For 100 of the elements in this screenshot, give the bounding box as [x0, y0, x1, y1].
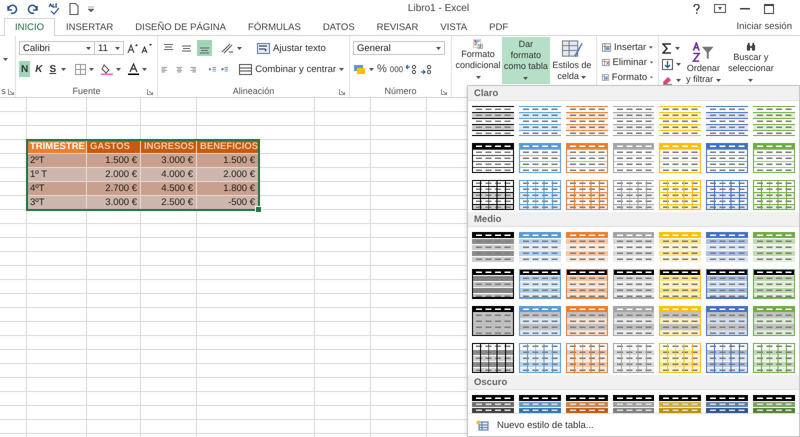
help-icon[interactable] — [693, 4, 700, 14]
spelling-check-icon[interactable] — [48, 2, 60, 14]
styles-button[interactable]: Formato condicional — [455, 37, 501, 84]
table-style-thumbnail[interactable] — [472, 232, 514, 262]
vertical-align-button[interactable] — [197, 40, 212, 56]
table-cell[interactable]: 2.700 € — [87, 182, 141, 196]
maximize-icon[interactable] — [764, 4, 774, 14]
ribbon-tab[interactable]: INICIO — [4, 18, 56, 36]
table-style-thumbnail[interactable] — [566, 106, 608, 136]
table-style-thumbnail[interactable] — [518, 269, 561, 299]
table-cell[interactable]: 1.500 € — [87, 154, 141, 168]
table-cell[interactable]: 1.500 € — [197, 154, 259, 168]
table-style-thumbnail[interactable] — [472, 180, 514, 210]
table-cell[interactable]: 4ºT — [27, 182, 87, 196]
table-style-thumbnail[interactable] — [518, 180, 561, 210]
new-document-icon[interactable] — [69, 2, 79, 14]
table-style-thumbnail[interactable] — [706, 343, 748, 373]
table-style-thumbnail[interactable] — [566, 343, 608, 373]
dialog-launcher-icon[interactable] — [441, 89, 447, 95]
ribbon-tab[interactable]: DISEÑO DE PÁGINA — [124, 18, 238, 36]
table-style-thumbnail[interactable] — [706, 180, 748, 210]
font-size-field[interactable]: 11 — [94, 41, 124, 55]
decrease-decimal-icon[interactable] — [421, 64, 434, 74]
table-cell[interactable]: 2.000 € — [87, 168, 141, 182]
table-style-thumbnail[interactable] — [472, 143, 514, 173]
undo-icon[interactable] — [6, 4, 18, 14]
table-style-thumbnail[interactable] — [518, 306, 561, 336]
wrap-text-button[interactable]: Ajustar texto — [255, 41, 328, 55]
fill-color-icon[interactable] — [101, 63, 114, 75]
editing-button[interactable]: Ordenar y filtrar — [683, 40, 724, 87]
italic-button[interactable]: K — [33, 61, 44, 77]
table-style-thumbnail[interactable] — [566, 180, 608, 210]
table-style-thumbnail[interactable] — [566, 143, 608, 173]
cells-menu-button[interactable]: Insertar — [600, 40, 655, 54]
table-cell[interactable]: 3ºT — [27, 196, 87, 210]
table-style-thumbnail[interactable] — [753, 106, 796, 136]
table-style-thumbnail[interactable] — [753, 343, 796, 373]
table-style-thumbnail[interactable] — [706, 143, 748, 173]
thousands-separator-button[interactable]: 000 — [390, 64, 404, 74]
table-cell[interactable]: -500 € — [197, 196, 259, 210]
caret-icon[interactable] — [3, 58, 8, 61]
table-style-thumbnail[interactable] — [472, 106, 514, 136]
number-format-field[interactable]: General — [353, 41, 445, 55]
customize-menu-icon[interactable] — [88, 6, 94, 12]
minimize-icon[interactable] — [740, 8, 750, 10]
table-style-thumbnail[interactable] — [659, 232, 702, 262]
fill-down-icon[interactable] — [662, 58, 673, 70]
table-style-thumbnail[interactable] — [566, 269, 608, 299]
borders-icon[interactable] — [75, 64, 86, 74]
fill-handle[interactable] — [255, 206, 262, 213]
table-style-thumbnail[interactable] — [518, 232, 561, 262]
table-style-thumbnail[interactable] — [472, 343, 514, 373]
table-cell[interactable]: 3.000 € — [141, 154, 197, 168]
eraser-icon[interactable] — [662, 75, 673, 85]
styles-button[interactable]: Dar formato como tabla — [502, 37, 550, 84]
table-cell[interactable]: 2ºT — [27, 154, 87, 168]
table-style-thumbnail[interactable] — [566, 232, 608, 262]
shrink-font-icon[interactable] — [141, 42, 152, 54]
percent-style-button[interactable]: % — [377, 63, 387, 75]
table-style-thumbnail[interactable] — [472, 269, 514, 299]
table-style-thumbnail[interactable] — [612, 343, 654, 373]
table-style-thumbnail[interactable] — [472, 306, 514, 336]
styles-button[interactable]: Estilos de celda — [550, 37, 593, 84]
table-style-thumbnail[interactable] — [518, 143, 561, 173]
dialog-launcher-icon[interactable] — [147, 89, 153, 95]
dialog-launcher-icon[interactable] — [339, 89, 345, 95]
currency-icon[interactable] — [353, 64, 366, 74]
sign-in-link[interactable]: Iniciar sesión — [728, 18, 800, 35]
orientation-icon[interactable] — [221, 42, 234, 54]
table-style-thumbnail[interactable] — [612, 180, 654, 210]
table-cell[interactable]: 3.000 € — [87, 196, 141, 210]
table-style-thumbnail[interactable] — [659, 106, 702, 136]
table-style-thumbnail[interactable] — [706, 232, 748, 262]
underline-button[interactable]: S — [47, 61, 58, 77]
redo-icon[interactable] — [27, 4, 39, 14]
ribbon-tab[interactable]: REVISAR — [366, 18, 430, 36]
table-style-thumbnail[interactable] — [566, 306, 608, 336]
table-cell[interactable]: 1.800 € — [197, 182, 259, 196]
table-style-thumbnail[interactable] — [612, 306, 654, 336]
merge-center-button[interactable]: Combinar y centrar — [237, 62, 346, 76]
table-style-thumbnail[interactable] — [706, 106, 748, 136]
cells-menu-button[interactable]: Eliminar — [600, 55, 655, 69]
table-style-thumbnail[interactable] — [612, 232, 654, 262]
table-style-thumbnail[interactable] — [612, 106, 654, 136]
table-style-thumbnail[interactable] — [518, 106, 561, 136]
grow-font-icon[interactable] — [127, 42, 138, 54]
ribbon-display-icon[interactable] — [714, 4, 726, 13]
table-style-thumbnail[interactable] — [753, 143, 796, 173]
table-cell[interactable]: 4.000 € — [141, 168, 197, 182]
table-cell[interactable]: 1º T — [27, 168, 87, 182]
sum-icon[interactable] — [662, 42, 672, 54]
table-cell[interactable]: 2.500 € — [141, 196, 197, 210]
increase-decimal-icon[interactable] — [406, 64, 418, 74]
font-name-field[interactable]: Calibri — [19, 41, 95, 55]
table-cell[interactable]: 2.000 € — [197, 168, 259, 182]
ribbon-tab[interactable]: DATOS — [312, 18, 366, 36]
font-color-icon[interactable] — [128, 63, 140, 75]
table-style-thumbnail[interactable] — [518, 343, 561, 373]
table-style-thumbnail[interactable] — [612, 269, 654, 299]
dialog-launcher-icon[interactable] — [8, 89, 14, 95]
